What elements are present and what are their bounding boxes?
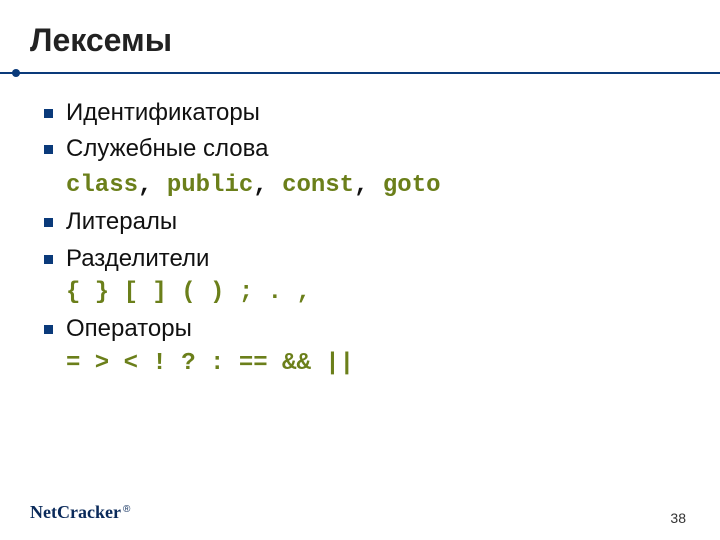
keyword-line: class, public, const, goto bbox=[66, 168, 690, 202]
footer: NetCracker® 38 bbox=[0, 502, 720, 526]
list-item: Идентификаторы bbox=[44, 97, 690, 129]
list-item: Операторы = > < ! ? : == && || bbox=[44, 313, 690, 380]
logo-net: Net bbox=[30, 502, 57, 523]
operator-line: = > < ! ? : == && || bbox=[66, 348, 690, 380]
keyword: const bbox=[282, 172, 354, 199]
list-item: Служебные слова class, public, const, go… bbox=[44, 133, 690, 202]
keyword: goto bbox=[383, 172, 441, 199]
comma: , bbox=[138, 172, 167, 199]
keyword: class bbox=[66, 172, 138, 199]
logo: NetCracker® bbox=[30, 502, 130, 523]
slide: Лексемы Идентификаторы Служебные слова c… bbox=[0, 0, 720, 540]
logo-registered: ® bbox=[123, 504, 130, 515]
list-item: Разделители { } [ ] ( ) ; . , bbox=[44, 243, 690, 310]
bullet-label: Разделители bbox=[66, 245, 209, 272]
keyword: public bbox=[167, 172, 253, 199]
bullet-list: Идентификаторы Служебные слова class, pu… bbox=[30, 97, 690, 380]
page-number: 38 bbox=[670, 510, 686, 526]
list-item: Литералы bbox=[44, 206, 690, 238]
comma: , bbox=[253, 172, 282, 199]
title-divider bbox=[30, 69, 690, 77]
bullet-label: Служебные слова bbox=[66, 135, 268, 162]
separator-line: { } [ ] ( ) ; . , bbox=[66, 277, 690, 309]
divider-dot bbox=[12, 69, 20, 77]
bullet-label: Литералы bbox=[66, 208, 177, 235]
comma: , bbox=[354, 172, 383, 199]
slide-title: Лексемы bbox=[30, 22, 690, 59]
divider-line bbox=[0, 72, 720, 74]
bullet-label: Идентификаторы bbox=[66, 99, 260, 126]
logo-cracker: Cracker bbox=[57, 502, 121, 523]
bullet-label: Операторы bbox=[66, 315, 192, 342]
